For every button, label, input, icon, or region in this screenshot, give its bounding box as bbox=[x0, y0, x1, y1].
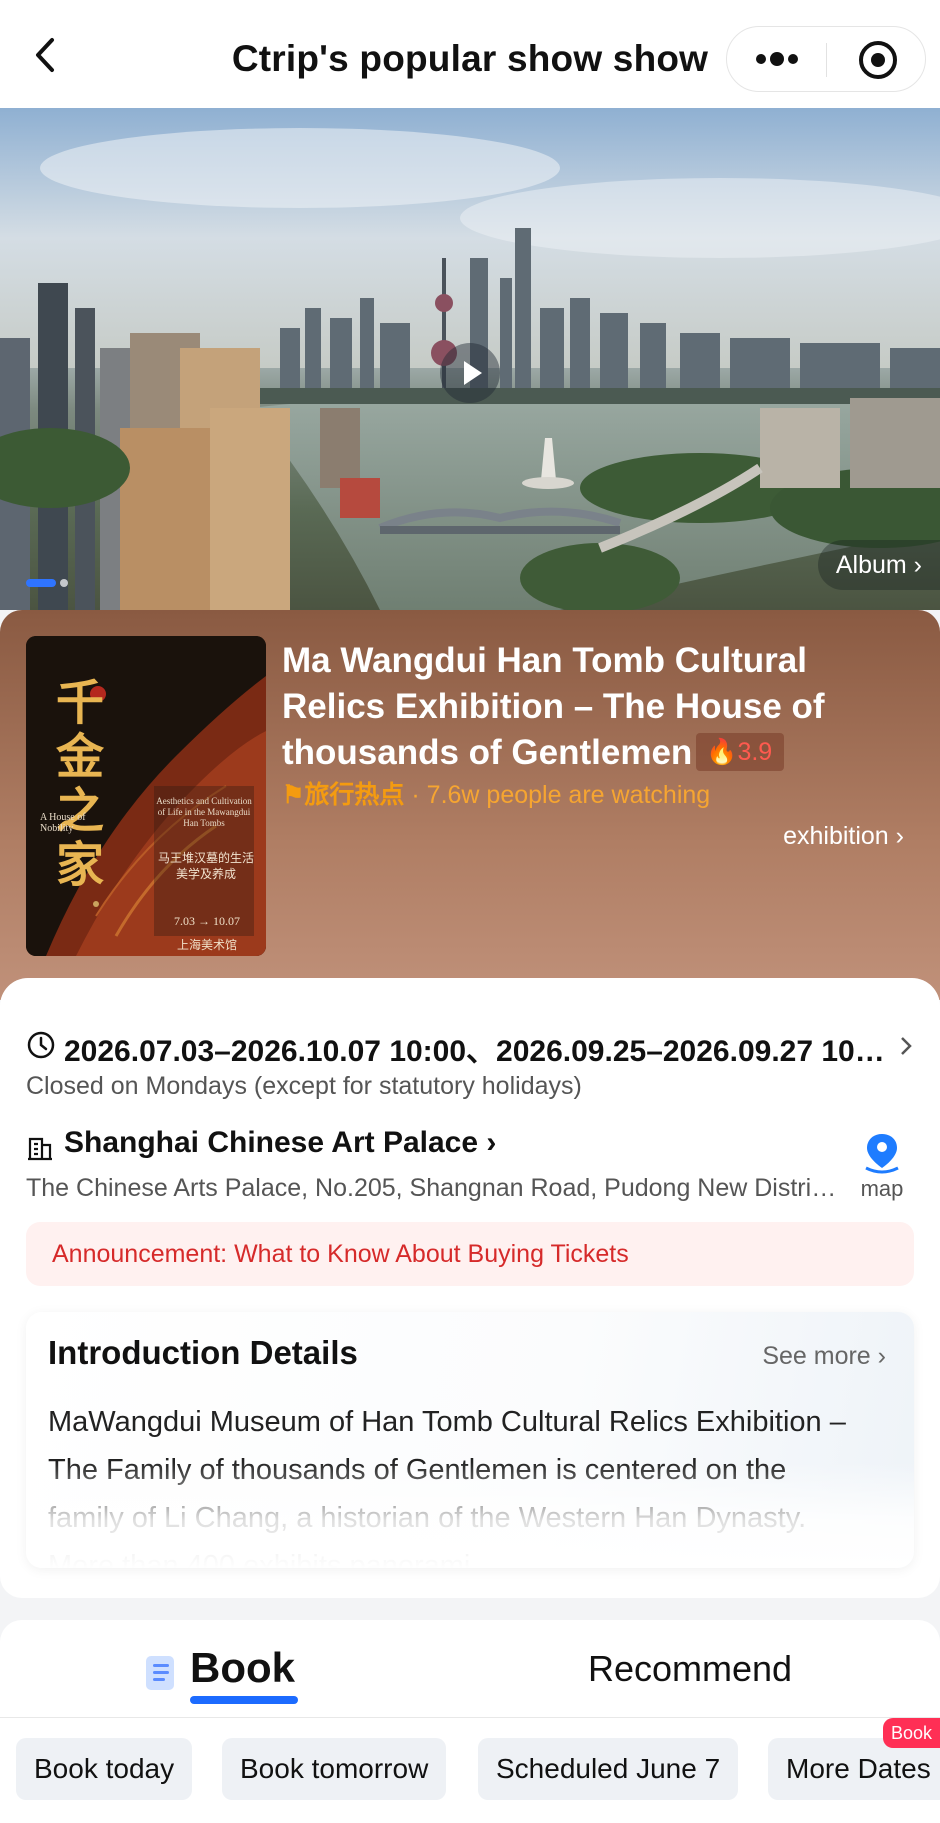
flame-icon: 🔥 bbox=[706, 737, 738, 766]
chip-book-tomorrow[interactable]: Book tomorrow bbox=[222, 1738, 447, 1800]
hero-video[interactable]: Album › bbox=[0, 108, 940, 610]
hot-tag: ⚑旅行热点 bbox=[282, 781, 405, 809]
tab-active-indicator bbox=[190, 1696, 298, 1704]
capsule-divider bbox=[826, 43, 827, 77]
book-badge: Book bbox=[882, 1718, 940, 1748]
show-summary-card: 千金之家 A House of Nobility Aesthetics and … bbox=[0, 610, 940, 1000]
poster-subtitle-en: Aesthetics and Cultivation of Life in th… bbox=[156, 796, 252, 828]
see-more-link[interactable]: See more › bbox=[762, 1342, 886, 1371]
tab-book-label: Book bbox=[190, 1644, 295, 1691]
booking-tabs: Book Recommend bbox=[0, 1620, 940, 1718]
top-nav-bar: Ctrip's popular show show bbox=[0, 0, 940, 108]
watching-count: · 7.6w people are watching bbox=[411, 781, 711, 809]
poster-title-en: A House of Nobility bbox=[40, 812, 86, 834]
info-card: 2026.07.03–2026.10.07 10:00、2026.09.25–2… bbox=[0, 978, 940, 1598]
show-title: Ma Wangdui Han Tomb Cultural Relics Exhi… bbox=[282, 638, 902, 776]
chip-scheduled-date[interactable]: Scheduled June 7 bbox=[478, 1738, 739, 1800]
closed-note: Closed on Mondays (except for statutory … bbox=[26, 1072, 582, 1100]
album-button[interactable]: Album › bbox=[817, 540, 940, 590]
intro-title: Introduction Details bbox=[48, 1334, 358, 1371]
show-dates[interactable]: 2026.07.03–2026.10.07 10:00、2026.09.25–2… bbox=[26, 1026, 886, 1066]
venue-link[interactable]: Shanghai Chinese Art Palace › bbox=[26, 1126, 496, 1160]
mini-program-capsule bbox=[726, 26, 926, 92]
date-chips: Book today Book tomorrow Scheduled June … bbox=[0, 1718, 940, 1823]
poster-venue: 上海美术馆 bbox=[176, 938, 237, 952]
map-label: map bbox=[860, 1176, 904, 1201]
heat-badge: 🔥3.9 bbox=[696, 732, 785, 771]
play-button[interactable] bbox=[440, 343, 500, 403]
poster-title-cn: 千金之家 bbox=[56, 675, 105, 893]
poster-dates: 7.03 → 10.07 bbox=[174, 914, 240, 928]
heat-score: 3.9 bbox=[737, 737, 773, 766]
chip-book-today[interactable]: Book today bbox=[16, 1738, 193, 1800]
intro-fade bbox=[26, 1462, 914, 1568]
show-poster[interactable]: 千金之家 A House of Nobility Aesthetics and … bbox=[26, 636, 266, 956]
tab-recommend[interactable]: Recommend bbox=[588, 1648, 792, 1690]
map-button[interactable]: map bbox=[850, 1132, 914, 1202]
intro-card: Introduction Details See more › MaWangdu… bbox=[26, 1312, 914, 1568]
ticket-list-icon bbox=[146, 1656, 174, 1690]
carousel-indicator bbox=[26, 574, 68, 592]
chevron-right-icon[interactable] bbox=[896, 1034, 916, 1058]
poster-subtitle-cn: 马王堆汉墓的生活美学及养成 bbox=[157, 851, 254, 881]
map-pin-icon bbox=[865, 1134, 899, 1174]
hot-line: ⚑旅行热点 · 7.6w people are watching bbox=[282, 775, 710, 811]
venue-address: The Chinese Arts Palace, No.205, Shangna… bbox=[26, 1174, 846, 1202]
more-dots-icon[interactable] bbox=[753, 49, 801, 69]
close-target-icon[interactable] bbox=[857, 39, 899, 81]
announcement-banner[interactable]: Announcement: What to Know About Buying … bbox=[26, 1222, 914, 1286]
category-link[interactable]: exhibition › bbox=[783, 822, 904, 851]
